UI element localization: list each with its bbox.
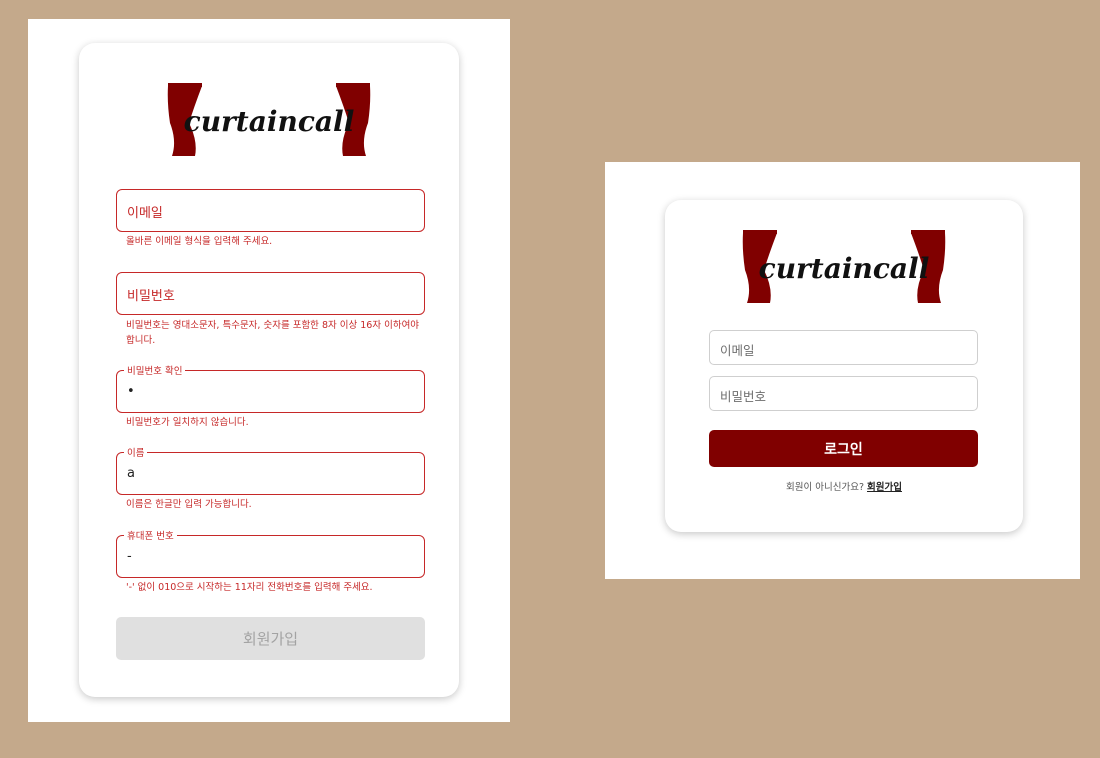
email-field[interactable]: 이메일 bbox=[116, 189, 425, 232]
signup-prompt-text: 회원이 아니신가요? bbox=[786, 482, 864, 493]
login-password-input[interactable]: 비밀번호 bbox=[709, 376, 978, 411]
email-label: 이메일 bbox=[127, 206, 163, 221]
logo-graphic: curtaincall bbox=[742, 230, 946, 303]
password-confirm-value: • bbox=[127, 384, 135, 399]
password-confirm-error: 비밀번호가 일치하지 않습니다. bbox=[126, 417, 249, 428]
phone-value: - bbox=[127, 549, 132, 564]
logo-graphic: curtaincall bbox=[167, 83, 371, 156]
logo-text: curtaincall bbox=[184, 105, 355, 138]
signup-prompt: 회원이 아니신가요? 회원가입 bbox=[665, 479, 1023, 493]
login-panel: curtaincall 이메일 비밀번호 로그인 회원이 아니신가요? 회원가입 bbox=[605, 162, 1080, 579]
phone-error: '-' 없이 010으로 시작하는 11자리 전화번호를 입력해 주세요. bbox=[126, 582, 373, 593]
name-label: 이름 bbox=[124, 445, 148, 459]
email-error: 올바른 이메일 형식을 입력해 주세요. bbox=[126, 236, 273, 247]
phone-field[interactable]: 휴대폰 번호 - bbox=[116, 528, 425, 578]
signup-card: curtaincall 이메일 올바른 이메일 형식을 입력해 주세요. 비밀번… bbox=[79, 43, 459, 697]
password-confirm-field[interactable]: 비밀번호 확인 • bbox=[116, 363, 425, 413]
login-card: curtaincall 이메일 비밀번호 로그인 회원이 아니신가요? 회원가입 bbox=[665, 200, 1023, 532]
login-email-placeholder: 이메일 bbox=[720, 343, 755, 358]
logo-text: curtaincall bbox=[759, 252, 930, 285]
phone-label: 휴대폰 번호 bbox=[124, 528, 177, 542]
password-error: 비밀번호는 영대소문자, 특수문자, 숫자를 포함한 8자 이상 16자 이하여… bbox=[126, 320, 420, 346]
password-confirm-label: 비밀번호 확인 bbox=[124, 363, 186, 377]
password-field[interactable]: 비밀번호 bbox=[116, 272, 425, 315]
brand-logo: curtaincall bbox=[167, 83, 371, 156]
name-field[interactable]: 이름 a bbox=[116, 445, 425, 495]
signup-panel: curtaincall 이메일 올바른 이메일 형식을 입력해 주세요. 비밀번… bbox=[28, 19, 510, 722]
login-email-input[interactable]: 이메일 bbox=[709, 330, 978, 365]
name-error: 이름은 한글만 입력 가능합니다. bbox=[126, 499, 252, 510]
signup-button[interactable]: 회원가입 bbox=[116, 617, 425, 660]
signup-link[interactable]: 회원가입 bbox=[867, 482, 902, 493]
login-password-placeholder: 비밀번호 bbox=[720, 389, 767, 404]
brand-logo: curtaincall bbox=[742, 230, 946, 303]
login-button[interactable]: 로그인 bbox=[709, 430, 978, 467]
name-value: a bbox=[127, 466, 135, 481]
password-label: 비밀번호 bbox=[127, 289, 175, 304]
